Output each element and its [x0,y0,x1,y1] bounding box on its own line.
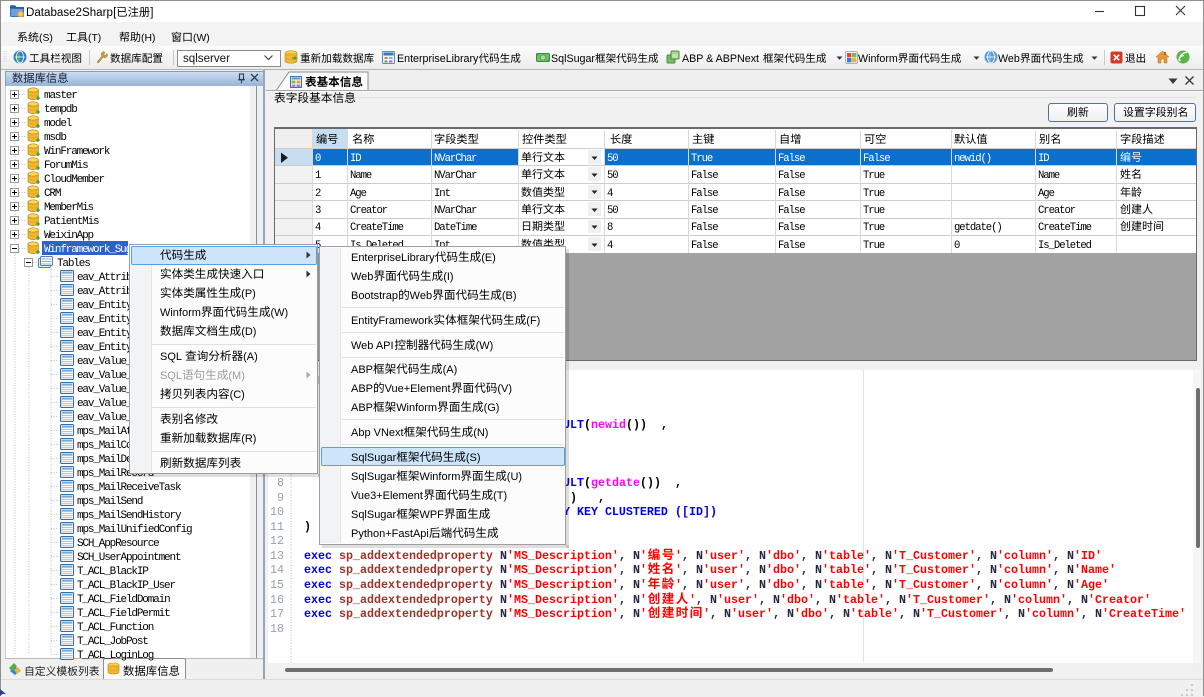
svg-text:,: , [1004,607,1011,621]
svg-text:SQL: SQL [159,351,181,363]
svg-text:(W): (W) [270,307,288,319]
svg-text:ABP: ABP [351,383,373,395]
svg-text:(D): (D) [241,326,256,338]
svg-text:(U): (U) [506,471,521,483]
svg-text:(T): (T) [493,490,507,502]
svg-text:,: , [829,607,836,621]
svg-text:newid: newid [591,418,626,432]
svg-text:Is_Deleted: Is_Deleted [1037,240,1091,252]
svg-text:ABP & ABPNext: ABP & ABPNext [682,53,759,65]
svg-text:exec: exec [304,607,332,621]
svg-text:Web: Web [409,290,431,302]
svg-text:SQL: SQL [159,370,181,382]
svg-text:(A): (A) [243,351,258,363]
svg-text:SqlSugar: SqlSugar [551,53,595,65]
svg-text:Abp VNext: Abp VNext [351,427,404,439]
svg-text:Vue3+Element: Vue3+Element [350,490,422,502]
svg-text:N: N [843,607,850,621]
svg-text:Vue+Element: Vue+Element [384,383,450,395]
svg-text:SqlSugar: SqlSugar [350,509,396,521]
svg-text:Winform: Winform [159,307,200,319]
svg-text:(R): (R) [241,433,256,445]
svg-text:WPF: WPF [419,509,444,521]
svg-text:(S): (S) [465,452,480,464]
svg-text:(A): (A) [442,364,457,376]
svg-text:Web API: Web API [351,340,394,352]
svg-text:()): ()) [626,418,647,432]
svg-text:T_ACL_LoginLog: T_ACL_LoginLog [77,650,154,662]
svg-text:Web: Web [350,271,372,283]
svg-text:SqlSugar: SqlSugar [350,471,396,483]
svg-text:'user': 'user' [731,607,773,621]
svg-text:SqlSugar: SqlSugar [351,452,397,464]
svg-text:N: N [1095,607,1102,621]
svg-text:True: True [862,240,884,252]
svg-text:N: N [1018,607,1025,621]
svg-text:()): ()) [640,476,661,490]
svg-text:N: N [787,607,794,621]
svg-text:Database2Sharp: Database2Sharp [26,6,113,18]
svg-text:,: , [1081,607,1088,621]
svg-text:N: N [500,607,507,621]
svg-text:]: ] [150,6,153,18]
svg-text:Python+FastApi: Python+FastApi [350,528,428,540]
svg-text:newid(): newid() [953,153,990,165]
svg-text:Winframework_Sug: Winframework_Sug [44,244,132,256]
svg-text:,: , [619,607,626,621]
svg-text:(M): (M) [228,370,244,382]
svg-text:(T): (T) [88,32,101,43]
svg-text:': ' [703,607,710,621]
svg-text:'CreateTime': 'CreateTime' [1102,607,1186,621]
svg-text:(V): (V) [497,383,512,395]
svg-text:(G): (G) [483,402,499,414]
svg-text:,: , [773,607,780,621]
svg-text:(H): (H) [141,32,155,43]
svg-text:(: ( [584,418,591,432]
svg-text:'MS_Description': 'MS_Description' [507,607,619,621]
svg-text:,: , [661,418,668,432]
svg-text:sp_addextendedproperty: sp_addextendedproperty [339,607,493,621]
svg-text:N: N [633,607,640,621]
svg-text:False: False [691,240,718,252]
svg-text:N: N [913,607,920,621]
svg-text:0: 0 [953,240,959,252]
svg-text:18: 18 [270,622,284,636]
svg-text:4: 4 [607,240,613,252]
svg-text:ABP: ABP [350,402,372,414]
svg-text:Winform: Winform [396,402,437,414]
svg-text:(C): (C) [229,389,244,401]
svg-text:Winform: Winform [419,471,460,483]
svg-text:(S): (S) [39,32,53,43]
svg-text:,: , [899,607,906,621]
svg-text:(E): (E) [481,252,496,264]
svg-text:sqlserver: sqlserver [183,52,230,64]
svg-text:EnterpriseLibrary: EnterpriseLibrary [397,53,479,65]
svg-text:Web: Web [998,53,1020,65]
svg-text:(I): (I) [443,271,453,283]
svg-text:Winform: Winform [858,53,898,65]
svg-text:Bootstrap: Bootstrap [350,290,397,302]
svg-text:(P): (P) [241,288,256,300]
svg-text:False: False [777,240,804,252]
svg-text:'column': 'column' [1025,607,1081,621]
svg-text:,: , [675,476,682,490]
svg-text:(N): (N) [473,427,488,439]
svg-text:[: [ [113,6,117,18]
svg-text:EnterpriseLibrary: EnterpriseLibrary [350,252,434,264]
svg-text:,: , [710,607,717,621]
svg-text:'dbo': 'dbo' [794,607,829,621]
svg-text:': ' [640,607,647,621]
svg-text:): ) [304,520,311,534]
svg-text:ABP: ABP [350,364,372,376]
svg-text:(F): (F) [526,315,540,327]
svg-text:(W): (W) [193,32,210,43]
svg-text:(W): (W) [475,340,493,352]
svg-text:([ID]): ([ID]) [675,505,717,519]
svg-text:EntityFramework: EntityFramework [350,315,433,327]
svg-text:N: N [724,607,731,621]
svg-text:'table': 'table' [850,607,899,621]
svg-text:'T_Customer': 'T_Customer' [920,607,1004,621]
svg-text:(B): (B) [501,290,516,302]
